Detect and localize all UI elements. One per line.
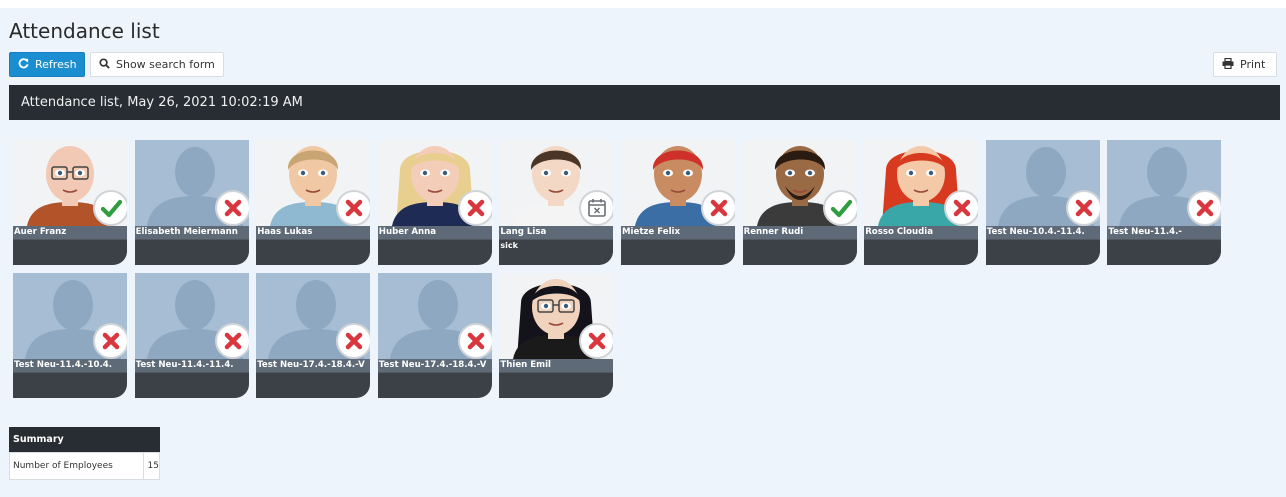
employee-card[interactable]: Test Neu-11.4.-10.4.: [13, 273, 127, 398]
employee-note: [13, 372, 127, 398]
refresh-label: Refresh: [35, 58, 77, 71]
employee-name: Auer Franz: [13, 226, 127, 239]
cross-icon: [457, 323, 492, 359]
employee-card[interactable]: Test Neu-11.4.-11.4.: [134, 273, 249, 398]
summary-row-label: Number of Employees: [10, 453, 144, 479]
summary-header: Summary: [9, 427, 160, 452]
cross-icon: [336, 323, 371, 359]
cross-icon: [1065, 190, 1100, 226]
cross-icon: [336, 190, 371, 226]
employee-name: Haas Lukas: [256, 226, 371, 239]
summary-row: Number of Employees 15: [9, 452, 160, 480]
employee-note: [134, 239, 249, 265]
employee-name: Mietze Felix: [621, 226, 735, 239]
attendance-list-header: Attendance list, May 26, 2021 10:02:19 A…: [9, 85, 1280, 120]
refresh-icon: [18, 58, 29, 71]
employee-card[interactable]: Thien Emil: [499, 273, 614, 398]
employee-card[interactable]: Auer Franz: [13, 140, 127, 265]
employee-card[interactable]: Test Neu-10.4.-11.4.: [985, 140, 1100, 265]
employee-name: Renner Rudi: [742, 226, 857, 239]
employee-card[interactable]: Elisabeth Meiermann: [134, 140, 249, 265]
employee-note: [256, 239, 371, 265]
cross-icon: [944, 190, 979, 226]
employee-card[interactable]: Test Neu-11.4.-: [1107, 140, 1222, 265]
attendance-list-header-text: Attendance list, May 26, 2021 10:02:19 A…: [21, 95, 303, 110]
employee-name: Test Neu-10.4.-11.4.: [985, 226, 1100, 239]
cross-icon: [579, 323, 614, 359]
cross-icon: [1187, 190, 1222, 226]
show-search-form-label: Show search form: [116, 58, 215, 71]
summary-title: Summary: [13, 434, 64, 445]
employee-note: [499, 372, 614, 398]
employee-name: Test Neu-11.4.-10.4.: [13, 359, 127, 372]
print-label: Print: [1240, 58, 1266, 71]
page-title: Attendance list: [9, 19, 160, 43]
employee-card[interactable]: Renner Rudi: [742, 140, 857, 265]
employee-note: [621, 239, 735, 265]
checkmark-icon: [822, 190, 857, 226]
cross-icon: [457, 190, 492, 226]
employee-name: Test Neu-17.4.-18.4.-V: [256, 359, 371, 372]
printer-icon: [1222, 57, 1234, 71]
employee-name: Test Neu-11.4.-11.4.: [134, 359, 249, 372]
employee-card[interactable]: Huber Anna: [377, 140, 492, 265]
employee-note: [377, 239, 492, 265]
employee-name: Rosso Cloudia: [864, 226, 979, 239]
employee-name: Test Neu-11.4.-: [1107, 226, 1222, 239]
employee-name: Thien Emil: [499, 359, 614, 372]
employee-card[interactable]: Haas Lukas: [256, 140, 371, 265]
print-button[interactable]: Print: [1213, 52, 1277, 77]
employee-card[interactable]: Test Neu-17.4.-18.4.-V: [377, 273, 492, 398]
attendance-panel: Attendance list Refresh Show search form…: [0, 8, 1286, 497]
calendar-cross-icon: [579, 190, 614, 226]
employee-note: [1107, 239, 1222, 265]
employee-note: [256, 372, 371, 398]
summary-row-value: 15: [147, 461, 159, 471]
employee-card[interactable]: Test Neu-17.4.-18.4.-V: [256, 273, 371, 398]
employee-note: [864, 239, 979, 265]
employee-note: [742, 239, 857, 265]
employee-note: [985, 239, 1100, 265]
employee-note: sick: [499, 239, 614, 265]
cross-icon: [701, 190, 735, 226]
cross-icon: [214, 323, 249, 359]
employee-card[interactable]: Lang Lisa sick: [499, 140, 614, 265]
cross-icon: [214, 190, 249, 226]
employee-name: Elisabeth Meiermann: [134, 226, 249, 239]
cross-icon: [93, 323, 127, 359]
employee-card[interactable]: Rosso Cloudia: [864, 140, 979, 265]
refresh-button[interactable]: Refresh: [9, 52, 85, 77]
employee-note: [13, 239, 127, 265]
employee-name: Huber Anna: [377, 226, 492, 239]
employee-name: Lang Lisa: [499, 226, 614, 239]
employee-card[interactable]: Mietze Felix: [621, 140, 735, 265]
employee-note: [377, 372, 492, 398]
checkmark-icon: [93, 190, 127, 226]
show-search-form-button[interactable]: Show search form: [90, 52, 224, 77]
employee-note: [134, 372, 249, 398]
employee-name: Test Neu-17.4.-18.4.-V: [377, 359, 492, 372]
magnifier-icon: [99, 58, 110, 71]
